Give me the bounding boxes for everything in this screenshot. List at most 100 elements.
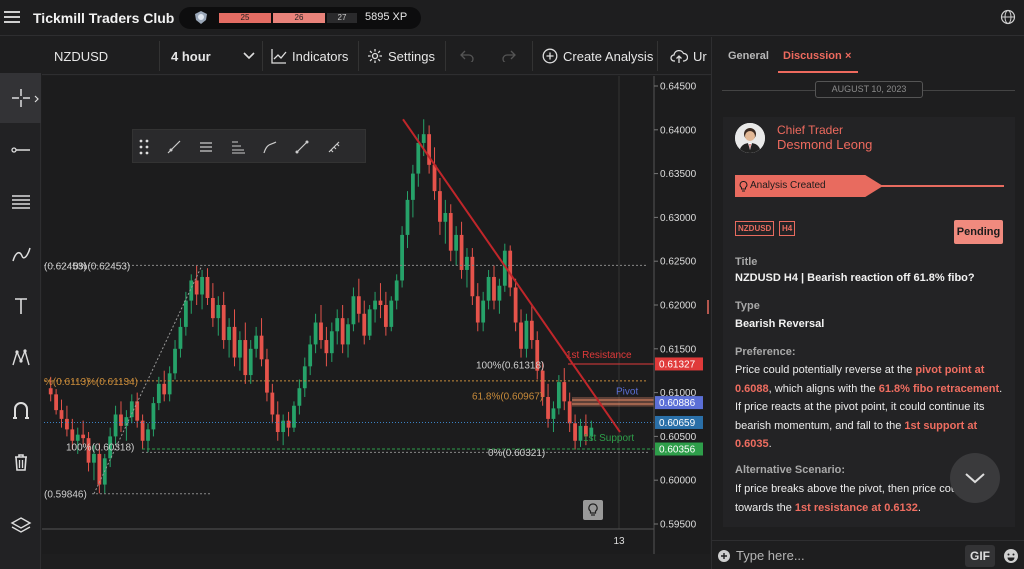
- candle-body: [578, 425, 583, 441]
- redo-icon[interactable]: [502, 50, 516, 62]
- upload-label: Ur: [693, 48, 707, 64]
- candle-body: [329, 331, 334, 354]
- settings-label: Settings: [388, 48, 435, 64]
- text-tool[interactable]: [0, 281, 41, 331]
- plus-circle-icon[interactable]: [717, 549, 731, 563]
- fib-fan-icon[interactable]: [230, 139, 246, 155]
- xp-value: 5895 XP: [365, 11, 408, 23]
- chevron-down-icon: [243, 52, 255, 60]
- symbol-tag: NZDUSD: [735, 221, 775, 236]
- divider: [532, 41, 533, 71]
- indicators-button[interactable]: Indicators: [271, 37, 348, 75]
- candle-body: [405, 199, 410, 235]
- idea-button[interactable]: [583, 500, 603, 520]
- price-tick-label: 0.60500: [660, 432, 697, 443]
- candle-body: [438, 191, 442, 222]
- xp-level-current: 25: [219, 13, 271, 23]
- drag-handle-icon[interactable]: [139, 139, 149, 155]
- fibo-highlight: 61.8% fibo retracement: [878, 382, 1000, 395]
- gif-button[interactable]: GIF: [965, 545, 995, 567]
- candle-body: [308, 344, 313, 367]
- pattern-tool[interactable]: [0, 333, 41, 383]
- price-tick-label: 0.62000: [660, 301, 697, 312]
- price-tick-label: 0.59500: [660, 520, 697, 531]
- parallel-lines-icon[interactable]: [198, 139, 214, 155]
- event-banner-label: Analysis Created: [750, 180, 826, 191]
- fib-label-right: 100%(0.61318): [476, 361, 544, 372]
- scroll-down-button[interactable]: [950, 453, 1000, 503]
- candle-body: [524, 320, 529, 349]
- candle-body: [400, 234, 404, 281]
- author-name[interactable]: Desmond Leong: [777, 137, 872, 152]
- layers-icon: [10, 517, 31, 533]
- timeframe-selector[interactable]: 4 hour: [171, 37, 255, 75]
- chart-toolbar: NZDUSD 4 hour Indicators Settings Create…: [42, 37, 712, 75]
- plus-circle-icon: [542, 48, 558, 64]
- candle-body: [567, 401, 572, 424]
- magnet-tool[interactable]: [0, 385, 41, 435]
- create-analysis-button[interactable]: Create Analysis: [542, 37, 653, 75]
- price-tick-label: 0.64500: [660, 82, 697, 93]
- candle-body: [497, 285, 502, 301]
- fib-tool[interactable]: [0, 177, 41, 227]
- crosshair-tool[interactable]: [0, 73, 41, 123]
- candle-body: [238, 340, 242, 358]
- person-icon: [735, 123, 765, 153]
- fib-label-left: %(0.61134): [87, 377, 138, 388]
- divider: [159, 41, 160, 71]
- candle-body: [221, 305, 226, 341]
- candle-body: [546, 396, 550, 419]
- divider: [358, 41, 359, 71]
- globe-icon[interactable]: [1000, 9, 1016, 25]
- candle-body: [389, 300, 394, 327]
- undo-icon[interactable]: [460, 50, 474, 62]
- type-value: Bearish Reversal: [735, 318, 825, 330]
- trendline-tool[interactable]: [0, 125, 41, 175]
- candle-body: [562, 382, 567, 402]
- candle-body: [146, 429, 150, 441]
- chevron-down-icon: [965, 473, 985, 484]
- upload-button[interactable]: Ur: [670, 37, 707, 75]
- layers-tool[interactable]: [0, 501, 41, 551]
- bearish-trendline: [402, 118, 621, 433]
- curve-icon[interactable]: [262, 139, 278, 155]
- delete-tool[interactable]: [0, 437, 41, 487]
- event-banner: Analysis Created: [735, 175, 883, 197]
- tab-discussion[interactable]: Discussion: [783, 50, 842, 62]
- message-input[interactable]: [736, 545, 956, 565]
- candle-body: [270, 392, 275, 415]
- settings-button[interactable]: Settings: [367, 37, 435, 75]
- emoji-icon[interactable]: [1003, 548, 1019, 564]
- ray-icon[interactable]: [166, 139, 182, 155]
- price-tick-label: 0.62500: [660, 257, 697, 268]
- price-badge-label: 0.61327: [659, 359, 696, 370]
- divider: [262, 41, 263, 71]
- measure-icon[interactable]: [326, 139, 342, 155]
- candle-body: [573, 423, 577, 441]
- tab-general[interactable]: General: [728, 50, 769, 62]
- discussion-panel: General Discussion × AUGUST 10, 2023 Chi…: [711, 37, 1024, 569]
- candle-body: [54, 394, 59, 411]
- title-value: NZDUSD H4 | Bearish reaction off 61.8% f…: [735, 272, 975, 284]
- candle-body: [465, 256, 469, 270]
- candle-body: [551, 408, 556, 419]
- drawing-toolbar: [0, 73, 41, 569]
- candle-body: [356, 296, 361, 314]
- candle-body: [265, 359, 269, 393]
- tab-close-button[interactable]: ×: [845, 50, 851, 62]
- candle-body: [75, 434, 80, 441]
- preference-label: Preference:: [735, 346, 796, 358]
- gear-icon: [368, 49, 382, 63]
- price-tick-label: 0.64000: [660, 125, 697, 136]
- chevron-right-icon[interactable]: [34, 95, 40, 103]
- candle-body: [151, 403, 156, 430]
- line-segment-icon[interactable]: [294, 139, 310, 155]
- brush-tool[interactable]: [0, 229, 41, 279]
- symbol-selector[interactable]: NZDUSD: [54, 37, 108, 75]
- menu-icon[interactable]: [4, 8, 20, 24]
- preference-text-part: Price could potentially reverse at the: [735, 364, 916, 376]
- chart-overlays: (0.62453)0%(0.62453)%(0.6113)%(0.61134)1…: [44, 118, 654, 501]
- candle-body: [194, 280, 199, 295]
- price-chart[interactable]: (0.62453) 0%(0.62453) %(0.6113) %(0.61134) 1…: [42, 76, 710, 554]
- resistance-label: 1st Resistance: [566, 350, 632, 361]
